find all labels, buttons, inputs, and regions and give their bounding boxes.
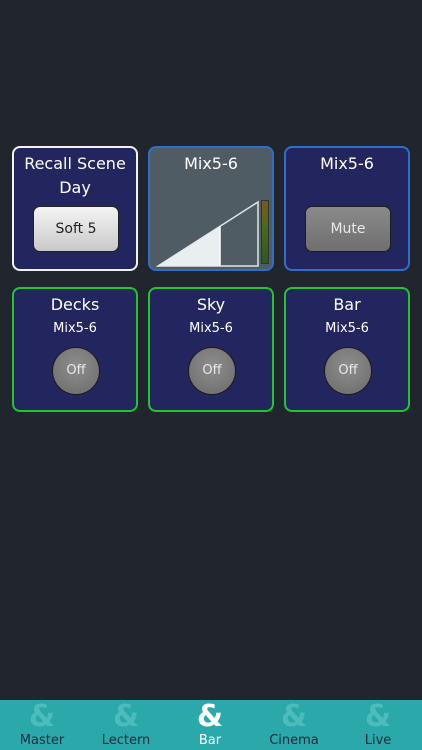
tab-cinema[interactable]: & Cinema (252, 700, 336, 750)
decks-mix: Mix5-6 (53, 321, 97, 336)
mute-button[interactable]: Mute (305, 206, 391, 252)
ampersand-icon: & (112, 699, 140, 734)
mix-fader-tile[interactable]: Mix5-6 (148, 146, 274, 271)
ampersand-icon: & (196, 699, 224, 734)
tab-label: Cinema (269, 733, 319, 748)
tab-bar-active[interactable]: & Bar (168, 700, 252, 750)
recall-soft5-button[interactable]: Soft 5 (33, 206, 119, 252)
bar-tile[interactable]: Bar Mix5-6 Off (284, 287, 410, 412)
bar-off-button[interactable]: Off (324, 347, 372, 395)
ampersand-icon: & (280, 699, 308, 734)
recall-scene-tile[interactable]: Recall Scene Day Soft 5 (12, 146, 138, 271)
sky-mix: Mix5-6 (189, 321, 233, 336)
ampersand-icon: & (364, 699, 392, 734)
tab-label: Lectern (101, 733, 151, 748)
tab-lectern[interactable]: & Lectern (84, 700, 168, 750)
recall-scene-name: Day (59, 178, 91, 197)
ampersand-icon: & (28, 699, 56, 734)
sky-off-button[interactable]: Off (188, 347, 236, 395)
decks-tile[interactable]: Decks Mix5-6 Off (12, 287, 138, 412)
level-meter (261, 200, 269, 264)
tab-live[interactable]: & Live (336, 700, 420, 750)
bar-mix: Mix5-6 (325, 321, 369, 336)
sky-title: Sky (196, 295, 226, 314)
sky-tile[interactable]: Sky Mix5-6 Off (148, 287, 274, 412)
decks-title: Decks (50, 295, 100, 314)
decks-off-button[interactable]: Off (52, 347, 100, 395)
fader-level-graphic[interactable] (156, 198, 260, 268)
control-grid: Recall Scene Day Soft 5 Mix5-6 Mix5-6 Mu… (0, 0, 422, 700)
tab-label: Bar (198, 733, 222, 748)
fader-title: Mix5-6 (184, 154, 238, 173)
tab-master[interactable]: & Master (0, 700, 84, 750)
bar-title: Bar (333, 295, 361, 314)
tab-label: Master (19, 733, 65, 748)
mute-tile[interactable]: Mix5-6 Mute (284, 146, 410, 271)
fader-fill (158, 226, 220, 266)
tab-label: Live (364, 733, 392, 748)
tab-bar: & Master & Lectern & Bar & Cinema & Live (0, 700, 422, 750)
mute-tile-title: Mix5-6 (320, 154, 374, 173)
recall-scene-title: Recall Scene (24, 154, 126, 173)
